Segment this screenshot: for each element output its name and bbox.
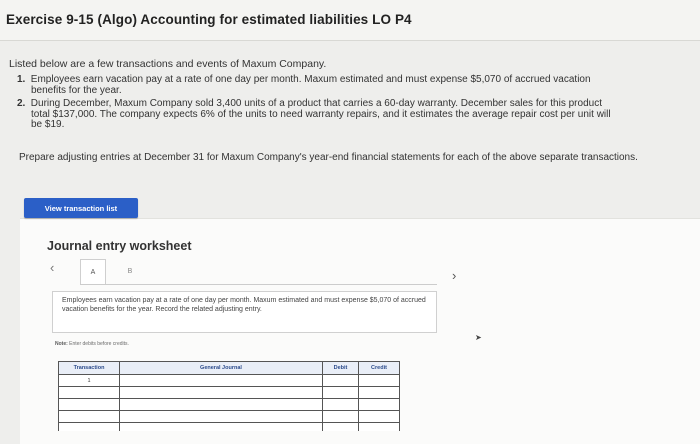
table-row [58, 398, 400, 411]
note-label: Note: [55, 341, 68, 347]
transaction-text-line3: be $19. [31, 119, 65, 130]
table-row [58, 410, 400, 423]
credit-cell[interactable] [358, 410, 400, 423]
debit-cell[interactable] [322, 410, 359, 423]
credit-cell[interactable] [358, 374, 400, 387]
column-header-transaction: Transaction [58, 361, 120, 375]
transaction-cell [58, 410, 120, 423]
transaction-text-line2: total $137,000. The company expects 6% o… [31, 108, 611, 120]
general-journal-cell[interactable] [119, 386, 323, 399]
credit-cell[interactable] [358, 386, 400, 399]
debit-cell[interactable] [322, 386, 359, 399]
transaction-text-line1: Employees earn vacation pay at a rate of… [30, 74, 591, 85]
general-journal-cell[interactable] [119, 374, 323, 387]
transaction-item-2: 2. During December, Maxum Company sold 3… [17, 98, 682, 131]
transaction-number: 1. [17, 74, 26, 85]
note-text: Note: Enter debits before credits. [55, 341, 129, 347]
transaction-item-1: 1. Employees earn vacation pay at a rate… [17, 74, 682, 96]
transaction-text-line2: benefits for the year. [31, 84, 122, 96]
general-journal-cell[interactable] [119, 410, 323, 423]
cursor-pointer-icon: ➤ [475, 333, 482, 342]
chevron-left-icon[interactable]: ‹ [50, 260, 54, 275]
header-bar: Exercise 9-15 (Algo) Accounting for esti… [0, 0, 700, 41]
tab-b[interactable]: B [118, 259, 142, 283]
column-header-general-journal: General Journal [119, 361, 323, 375]
credit-cell[interactable] [358, 398, 400, 411]
intro-text: Listed below are a few transactions and … [9, 58, 327, 70]
tab-a[interactable]: A [80, 259, 106, 284]
transaction-cell [58, 422, 120, 431]
credit-cell[interactable] [358, 422, 400, 431]
table-row: 1 [58, 374, 400, 387]
note-body: Enter debits before credits. [69, 341, 129, 347]
table-header-row: Transaction General Journal Debit Credit [58, 361, 400, 375]
transaction-number: 2. [17, 98, 26, 109]
chevron-right-icon[interactable]: › [452, 268, 456, 283]
column-header-credit: Credit [358, 361, 400, 375]
column-header-debit: Debit [322, 361, 359, 375]
entry-description: Employees earn vacation pay at a rate of… [52, 291, 437, 333]
tab-divider [80, 284, 437, 285]
view-transaction-list-button[interactable]: View transaction list [24, 198, 138, 218]
table-row [58, 386, 400, 399]
table-row [58, 422, 400, 431]
transaction-text-line1: During December, Maxum Company sold 3,40… [30, 98, 602, 109]
general-journal-cell[interactable] [119, 398, 323, 411]
general-journal-cell[interactable] [119, 422, 323, 431]
page-title: Exercise 9-15 (Algo) Accounting for esti… [6, 12, 412, 27]
debit-cell[interactable] [322, 422, 359, 431]
instructions-text: Prepare adjusting entries at December 31… [19, 152, 638, 163]
journal-table: Transaction General Journal Debit Credit… [58, 361, 400, 431]
transaction-cell [58, 386, 120, 399]
debit-cell[interactable] [322, 374, 359, 387]
transaction-cell [58, 398, 120, 411]
transaction-cell: 1 [58, 374, 120, 387]
worksheet-title: Journal entry worksheet [47, 239, 192, 253]
debit-cell[interactable] [322, 398, 359, 411]
